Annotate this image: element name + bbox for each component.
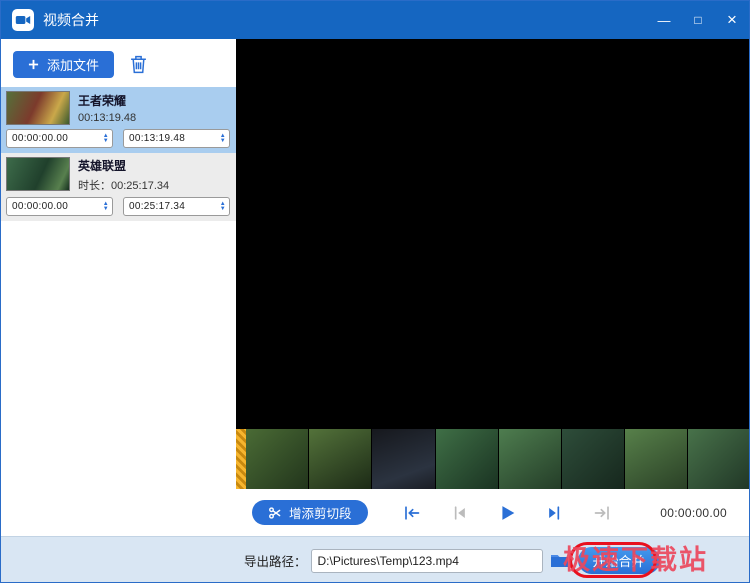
prev-frame-button[interactable]: [449, 503, 469, 523]
video-camera-icon: [15, 13, 31, 27]
clip-item[interactable]: 王者荣耀 00:13:19.48 00:00:00.00 ▲▼ 00:13:19…: [1, 87, 236, 153]
clip-thumbnail: [6, 91, 70, 125]
spinner-arrows-icon[interactable]: ▲▼: [103, 202, 109, 212]
play-icon: [496, 502, 518, 524]
transport-bar: 增添剪切段: [236, 489, 749, 536]
scissors-icon: [268, 506, 282, 520]
window-title: 视频合并: [43, 10, 99, 30]
folder-icon: [550, 553, 569, 568]
plus-icon: [28, 59, 39, 70]
filmstrip-frame: [246, 429, 309, 489]
filmstrip-frame: [562, 429, 625, 489]
clip-item[interactable]: 英雄联盟 时长：00:25:17.34 00:00:00.00 ▲▼ 00:25…: [1, 153, 236, 221]
spinner-arrows-icon[interactable]: ▲▼: [220, 202, 226, 212]
trim-end-value: 00:13:19.48: [129, 133, 185, 144]
trim-handle[interactable]: [236, 429, 246, 489]
filmstrip-frame: [309, 429, 372, 489]
prev-frame-icon: [449, 503, 469, 523]
spinner-arrows-icon[interactable]: ▲▼: [103, 134, 109, 144]
clip-toolbar: 添加文件: [1, 39, 236, 87]
trim-end-input[interactable]: 00:13:19.48 ▲▼: [123, 129, 230, 148]
current-time: 00:00:00.00: [660, 506, 727, 520]
minimize-button[interactable]: —: [647, 1, 681, 39]
skip-start-icon: [400, 503, 422, 523]
add-cut-segment-label: 增添剪切段: [289, 503, 352, 522]
export-bar: 导出路径： 开始合并: [1, 536, 749, 583]
trim-end-value: 00:25:17.34: [129, 201, 185, 212]
close-button[interactable]: ×: [715, 1, 749, 39]
clip-title: 英雄联盟: [78, 157, 230, 174]
trim-start-input[interactable]: 00:00:00.00 ▲▼: [6, 129, 113, 148]
trim-start-value: 00:00:00.00: [12, 201, 68, 212]
start-merge-button[interactable]: 开始合并: [578, 547, 660, 574]
browse-folder-button[interactable]: [550, 553, 569, 568]
filmstrip-frame: [625, 429, 688, 489]
trim-start-value: 00:00:00.00: [12, 133, 68, 144]
filmstrip-frame: [499, 429, 562, 489]
clip-title: 王者荣耀: [78, 92, 230, 109]
filmstrip-frame: [688, 429, 749, 489]
trim-controls: 00:00:00.00 ▲▼ 00:25:17.34 ▲▼: [6, 197, 230, 216]
skip-end-button[interactable]: [592, 503, 614, 523]
play-button[interactable]: [496, 502, 518, 524]
add-file-label: 添加文件: [47, 55, 99, 74]
trim-controls: 00:00:00.00 ▲▼ 00:13:19.48 ▲▼: [6, 129, 230, 148]
maximize-button[interactable]: □: [681, 1, 715, 39]
app-icon: [12, 9, 34, 31]
clip-thumbnail: [6, 157, 70, 191]
clip-list-panel: 添加文件 王者荣耀 00:13:19.48 00:00:00.00: [1, 39, 236, 536]
export-path-input[interactable]: [311, 549, 543, 573]
add-cut-segment-button[interactable]: 增添剪切段: [252, 500, 368, 525]
trash-icon: [130, 55, 147, 74]
skip-end-icon: [592, 503, 614, 523]
skip-start-button[interactable]: [400, 503, 422, 523]
timeline-filmstrip[interactable]: [236, 429, 749, 489]
trim-end-input[interactable]: 00:25:17.34 ▲▼: [123, 197, 230, 216]
clip-duration: 00:13:19.48: [78, 112, 230, 124]
window-controls: — □ ×: [647, 1, 749, 39]
next-frame-button[interactable]: [545, 503, 565, 523]
export-path-label: 导出路径：: [244, 551, 307, 570]
clip-duration: 时长：00:25:17.34: [78, 177, 230, 193]
spinner-arrows-icon[interactable]: ▲▼: [220, 134, 226, 144]
filmstrip-frame: [372, 429, 435, 489]
add-file-button[interactable]: 添加文件: [13, 51, 114, 78]
trim-start-input[interactable]: 00:00:00.00 ▲▼: [6, 197, 113, 216]
video-preview: [236, 39, 749, 429]
app-window: 视频合并 — □ × 添加文件: [0, 0, 750, 583]
delete-button[interactable]: [130, 55, 147, 74]
title-bar: 视频合并 — □ ×: [1, 1, 749, 39]
next-frame-icon: [545, 503, 565, 523]
main-area: 增添剪切段: [236, 39, 749, 536]
filmstrip-frame: [436, 429, 499, 489]
